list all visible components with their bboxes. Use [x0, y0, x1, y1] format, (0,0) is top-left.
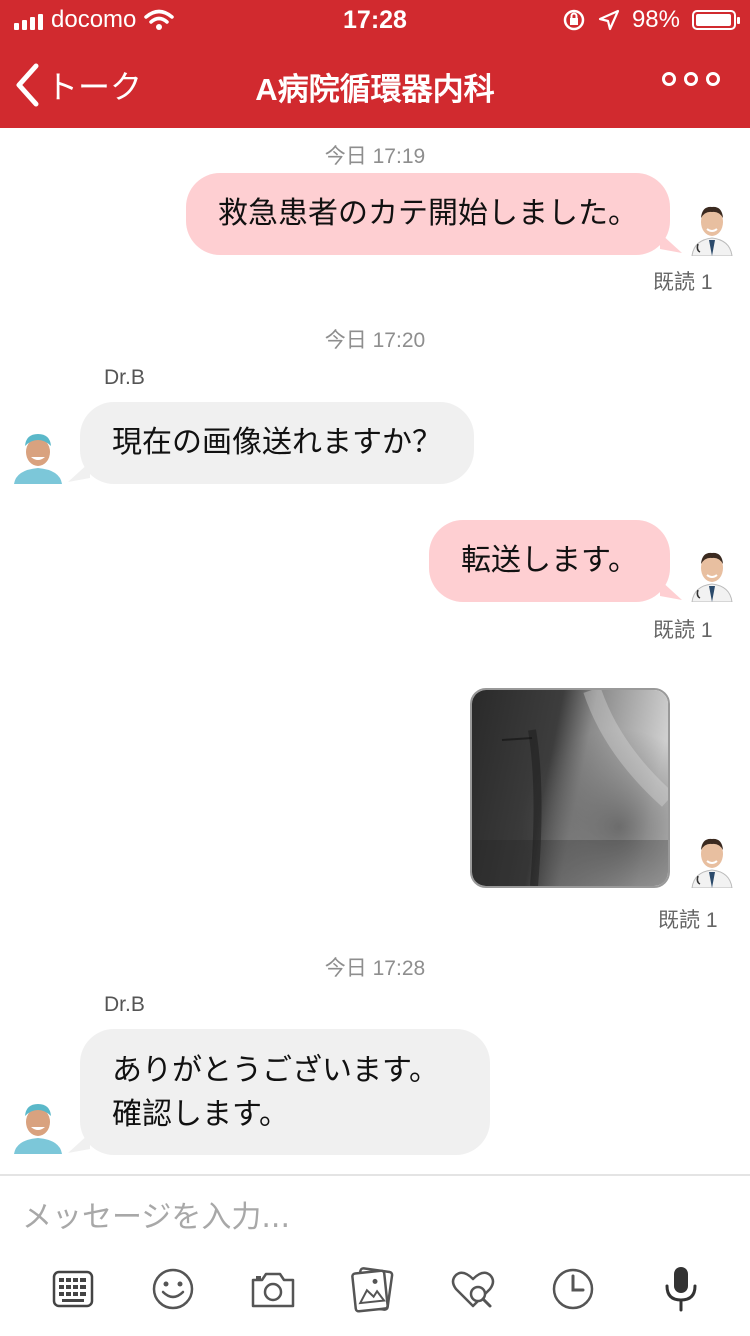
composer-toolbar — [0, 1264, 750, 1320]
microphone-icon[interactable] — [656, 1264, 706, 1314]
timestamp: 今日 17:28 — [324, 957, 426, 980]
sender-name: Dr.B — [104, 366, 145, 389]
back-button[interactable]: トーク — [14, 62, 142, 108]
camera-icon[interactable] — [248, 1264, 298, 1314]
incoming-message[interactable]: ありがとうございます。 確認します。 — [80, 1029, 490, 1155]
navigation-bar: トーク A病院循環器内科 — [0, 40, 750, 128]
clock-icon[interactable] — [548, 1264, 598, 1314]
message-line: ありがとうございます。 — [112, 1053, 439, 1088]
message-input[interactable] — [20, 1190, 724, 1244]
battery-fill — [696, 14, 731, 26]
chevron-left-icon — [16, 63, 39, 107]
gallery-icon[interactable] — [348, 1264, 398, 1314]
more-dot-icon — [684, 72, 698, 86]
status-bar: docomo 17:28 98% — [0, 0, 750, 40]
image-message[interactable] — [470, 688, 670, 888]
read-receipt: 既読 1 — [653, 271, 713, 294]
more-options-button[interactable] — [662, 72, 720, 86]
message-line: 確認します。 — [112, 1097, 289, 1132]
my-avatar[interactable] — [688, 200, 736, 256]
chat-area[interactable]: 今日 17:19 救急患者のカテ開始しました。 既読 1 今日 17:20 Dr… — [0, 128, 750, 1174]
orientation-lock-icon — [563, 9, 585, 31]
outgoing-message[interactable]: 救急患者のカテ開始しました。 — [186, 173, 670, 255]
battery-icon — [692, 10, 740, 30]
timestamp: 今日 17:19 — [324, 145, 426, 168]
my-avatar[interactable] — [688, 832, 736, 888]
status-right: 98% — [562, 6, 740, 34]
angiogram-image — [472, 690, 668, 886]
timestamp: 今日 17:20 — [324, 329, 426, 352]
more-dot-icon — [662, 72, 676, 86]
heart-search-icon[interactable] — [448, 1264, 498, 1314]
read-receipt: 既読 1 — [653, 619, 713, 642]
dr-b-avatar[interactable] — [10, 428, 66, 484]
keyboard-icon[interactable] — [48, 1264, 98, 1314]
composer — [0, 1174, 750, 1336]
dr-b-avatar[interactable] — [10, 1098, 66, 1154]
read-receipt: 既読 1 — [658, 909, 718, 932]
more-dot-icon — [706, 72, 720, 86]
sender-name: Dr.B — [104, 993, 145, 1016]
my-avatar[interactable] — [688, 546, 736, 602]
smiley-icon[interactable] — [148, 1264, 198, 1314]
location-icon — [598, 9, 620, 31]
outgoing-message[interactable]: 転送します。 — [429, 520, 670, 602]
battery-percent: 98% — [631, 6, 680, 33]
incoming-message[interactable]: 現在の画像送れますか？ — [80, 402, 474, 484]
back-button-label: トーク — [46, 69, 143, 105]
